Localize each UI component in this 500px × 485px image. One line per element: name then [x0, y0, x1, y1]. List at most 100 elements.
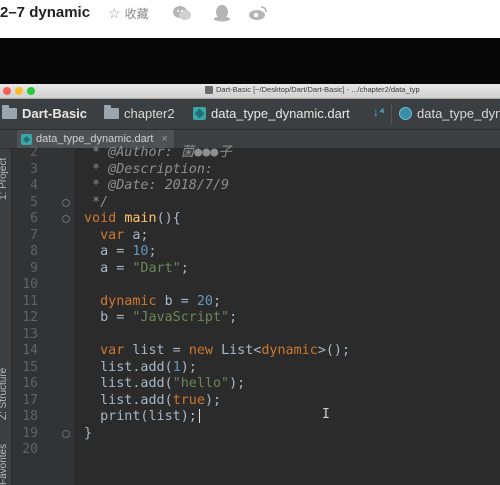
navigation-bar: Dart-Basic chapter2 data_type_dynamic.da…	[0, 99, 500, 130]
code-token: ;	[180, 260, 189, 276]
line-number: 4	[30, 178, 38, 193]
code-line: var a;	[84, 227, 149, 245]
code-token: new	[188, 343, 222, 358]
code-token: print(list);	[84, 409, 197, 424]
code-token: List<	[221, 343, 262, 358]
code-token: void	[84, 211, 125, 226]
code-token: * @Description:	[84, 161, 213, 177]
line-number: 17	[22, 392, 38, 408]
breadcrumb-project[interactable]: Dart-Basic	[2, 105, 87, 121]
code-token: true	[172, 392, 205, 408]
minimize-window-button[interactable]	[15, 87, 23, 95]
project-tool-button[interactable]: 1: Project	[0, 158, 9, 200]
line-number: 10	[22, 277, 38, 292]
code-token: a =	[84, 260, 133, 276]
breadcrumb-file-label: data_type_dynamic.dart	[211, 106, 350, 121]
line-number: 9	[30, 260, 38, 276]
project-icon	[205, 86, 213, 94]
line-number: 6	[30, 211, 38, 226]
editor-tab-label: data_type_dynamic.dart	[36, 133, 154, 145]
code-line: * @Date: 2018/7/9	[84, 178, 229, 195]
weibo-icon[interactable]	[248, 4, 268, 22]
code-token: a;	[132, 227, 149, 243]
breadcrumb-file[interactable]: data_type_dynamic.dart	[193, 106, 350, 121]
code-token: 20	[196, 293, 213, 309]
line-number: 2	[30, 145, 38, 160]
web-header: 2–7 dynamic ☆ 收藏	[0, 0, 500, 30]
editor-tab-row: data_type_dynamic.dart ×	[0, 130, 500, 149]
code-line: */	[84, 195, 108, 212]
fold-marker-icon[interactable]	[62, 215, 70, 223]
fold-marker-icon[interactable]	[62, 429, 70, 438]
code-token: * @Date: 2018/7/9	[84, 178, 230, 193]
line-number: 15	[22, 359, 38, 375]
favorites-tool-button[interactable]: Favorites	[0, 444, 9, 485]
wechat-icon[interactable]	[172, 4, 192, 22]
line-number: 11	[22, 293, 38, 309]
code-line: a = 10;	[84, 244, 157, 261]
code-token: ;	[148, 244, 157, 259]
code-token: 10	[132, 244, 149, 259]
code-token: 菌●●●子	[180, 145, 232, 160]
favorite-button[interactable]: ☆ 收藏	[108, 5, 149, 22]
code-line: * @Description:	[84, 162, 213, 179]
code-token: b =	[84, 310, 133, 325]
code-line: dynamic b = 20;	[84, 294, 221, 311]
code-token: }	[84, 425, 93, 441]
code-line: print(list);	[84, 409, 200, 426]
favorite-label: 收藏	[124, 7, 149, 21]
code-token: b =	[164, 293, 197, 309]
breadcrumb-symbol-label: data_type_dyn	[417, 106, 500, 121]
code-token: list.add(	[84, 376, 173, 391]
folder-icon	[104, 105, 119, 119]
code-token: 1	[172, 359, 181, 375]
line-number: 5	[30, 194, 38, 210]
line-number: 18	[22, 409, 38, 424]
code-token: dynamic	[261, 343, 318, 358]
code-line: var list = new List<dynamic>();	[84, 343, 350, 360]
line-number: 19	[22, 425, 38, 441]
code-token: list.add(	[84, 392, 173, 408]
code-token: * @Author:	[84, 145, 181, 160]
code-token: (){	[156, 211, 181, 226]
line-number: 8	[30, 244, 38, 259]
tool-window-strip: 1: Project Z: Structure Favorites	[0, 130, 12, 485]
text-caret	[198, 409, 200, 423]
text-cursor-icon: I	[322, 407, 330, 422]
code-line: b = "JavaScript";	[84, 310, 237, 327]
window-title: Dart-Basic [~/Desktop/Dart/Dart-Basic] -…	[216, 85, 420, 94]
code-line: a = "Dart";	[84, 261, 189, 278]
divider	[391, 104, 392, 124]
close-window-button[interactable]	[3, 87, 11, 95]
structure-tool-button[interactable]: Z: Structure	[0, 368, 9, 420]
code-token: );	[180, 359, 197, 375]
qq-icon[interactable]	[212, 4, 232, 22]
code-token: main	[124, 211, 157, 226]
window-titlebar: Dart-Basic [~/Desktop/Dart/Dart-Basic] -…	[0, 84, 500, 99]
fold-marker-icon[interactable]	[62, 198, 70, 207]
code-token: "JavaScript"	[132, 310, 230, 325]
code-token: var	[84, 227, 133, 243]
video-band	[0, 38, 500, 84]
line-number: 16	[22, 376, 38, 391]
code-token: "Dart"	[132, 260, 181, 276]
line-number: 20	[22, 442, 38, 457]
code-token: */	[84, 194, 109, 210]
code-token: list.add(	[84, 359, 173, 375]
dart-file-icon	[21, 133, 32, 145]
breadcrumb-folder-label: chapter2	[124, 106, 175, 121]
breadcrumb-symbol[interactable]: data_type_dyn	[399, 106, 500, 121]
code-token: a =	[84, 244, 133, 259]
zoom-window-button[interactable]	[27, 87, 35, 95]
code-token: dynamic	[84, 293, 165, 309]
code-line: }	[84, 426, 92, 443]
code-line: list.add("hello");	[84, 376, 245, 393]
code-line: * @Author: 菌●●●子	[84, 145, 232, 162]
sort-icon[interactable]: ↓⁴	[373, 105, 385, 119]
close-tab-icon[interactable]: ×	[161, 133, 167, 145]
breadcrumb-folder[interactable]: chapter2	[104, 105, 175, 121]
code-line: list.add(1);	[84, 360, 197, 377]
line-number: 12	[22, 310, 38, 325]
line-number: 7	[30, 227, 38, 243]
code-token: ;	[229, 310, 238, 325]
